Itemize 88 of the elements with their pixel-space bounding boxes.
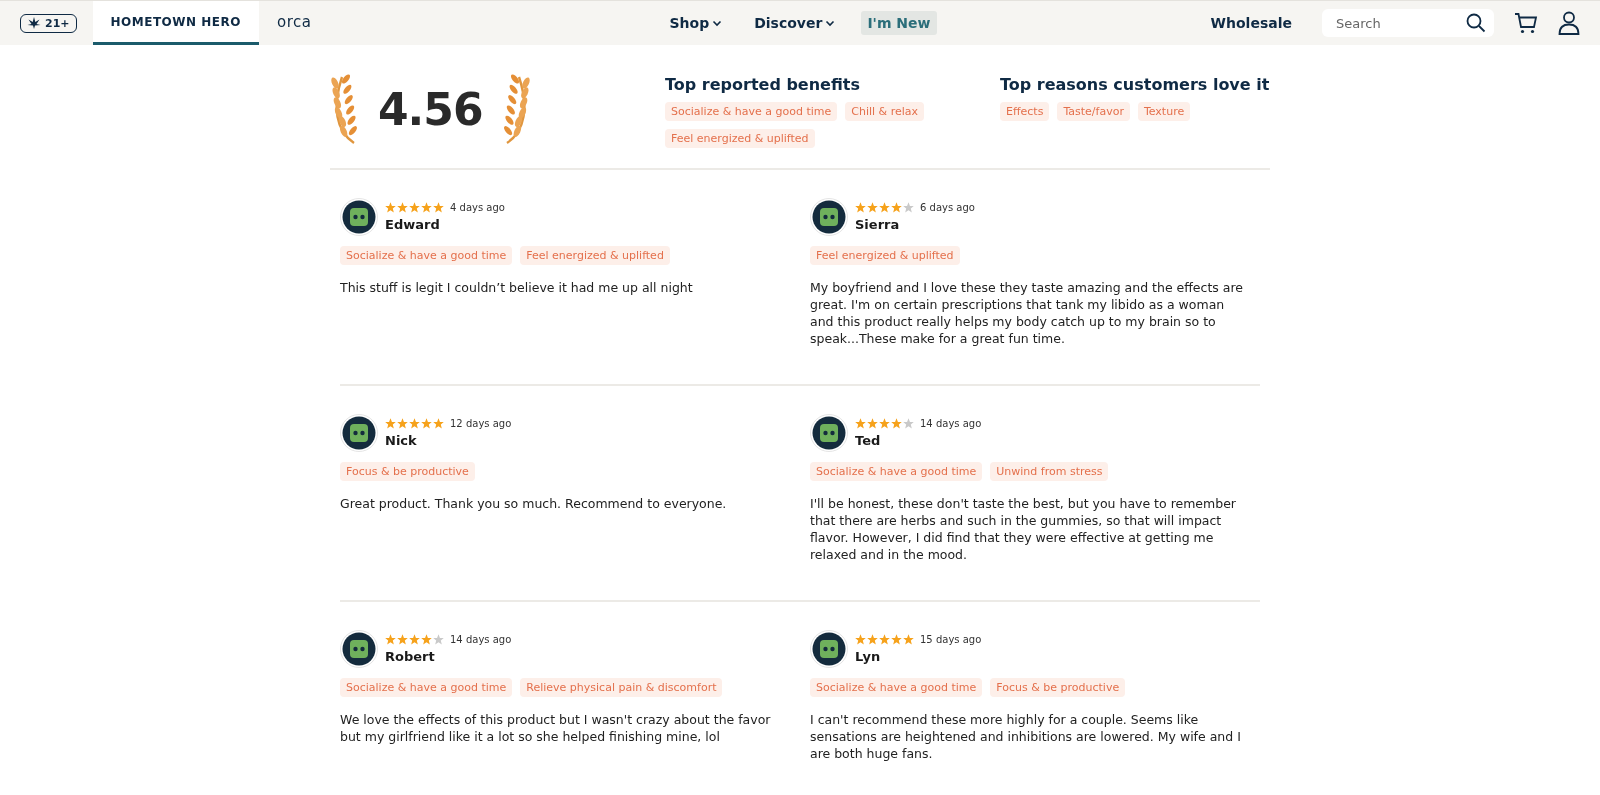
avatar-icon (340, 198, 378, 236)
review-tag: Socialize & have a good time (810, 678, 983, 697)
star-icon (433, 418, 444, 429)
star-icon (879, 418, 890, 429)
star-icon (867, 634, 878, 645)
review-time: 15 days ago (920, 634, 982, 645)
reviewer-name: Nick (385, 433, 418, 448)
avatar-icon (810, 198, 848, 236)
review-time: 12 days ago (450, 418, 512, 429)
review-time: 4 days ago (450, 202, 505, 213)
star-icon (421, 418, 432, 429)
star-icon (867, 202, 878, 213)
nav-menu-item[interactable]: I'm New (861, 11, 937, 35)
leaf-icon (27, 17, 41, 29)
review-tag: Socialize & have a good time (810, 462, 983, 481)
star-icon (879, 634, 890, 645)
review-text: We love the effects of this product but I wasn't crazy about the favor but my girlfriend like it a lot so she helped finishing mine, lol (340, 711, 772, 745)
avatar-icon (340, 630, 378, 668)
reviewer-name: Sierra (855, 217, 901, 232)
benefit-tag: Feel energized & uplifted (665, 129, 815, 148)
star-icon (433, 202, 444, 213)
star-icon (903, 202, 914, 213)
wholesale-link[interactable]: Wholesale (1210, 15, 1292, 31)
review-tag: Unwind from stress (990, 462, 1109, 481)
cart-icon[interactable] (1514, 12, 1538, 34)
review-tag: Focus & be productive (340, 462, 475, 481)
review-text: Great product. Thank you so much. Recommend to everyone. (340, 495, 728, 512)
review-time: 14 days ago (450, 634, 512, 645)
star-icon (397, 634, 408, 645)
review-time: 14 days ago (920, 418, 982, 429)
review-text: I'll be honest, these don't taste the best, but you have to remember that there are herbs and such in the gummies, so that will impact flavor. However, I did find that they were effective at getting me relaxed and in the mood. (810, 495, 1237, 563)
star-icon (903, 634, 914, 645)
review-tag: Socialize & have a good time (340, 678, 513, 697)
star-icon (409, 634, 420, 645)
reviewer-name: Edward (385, 217, 441, 232)
reason-tag: Taste/favor (1057, 102, 1130, 121)
search-field[interactable]: Search (1322, 9, 1494, 37)
star-icon (409, 418, 420, 429)
review-time: 6 days ago (920, 202, 975, 213)
avatar-icon (810, 414, 848, 452)
review-tag: Socialize & have a good time (340, 246, 513, 265)
review-tag: Focus & be productive (990, 678, 1126, 697)
review-tag: Feel energized & uplifted (520, 246, 670, 265)
review-tag: Feel energized & uplifted (810, 246, 960, 265)
reviewer-name: Ted (855, 433, 882, 448)
benefit-tag: Chill & relax (845, 102, 925, 121)
reviewer-name: Robert (385, 649, 436, 664)
age-badge[interactable]: 21+ (20, 13, 77, 33)
nav-menu-item[interactable]: Shop (663, 11, 729, 35)
star-icon (385, 202, 396, 213)
star-icon (433, 634, 444, 645)
star-icon (421, 634, 432, 645)
brand-tab[interactable]: orca (258, 1, 330, 45)
reviewer-name: Lyn (855, 649, 882, 664)
nav-menu-item[interactable]: Discover (748, 11, 842, 35)
user-icon[interactable] (1558, 11, 1580, 35)
star-icon (891, 634, 902, 645)
star-icon (855, 418, 866, 429)
chevron-down-icon (712, 18, 723, 28)
review-text: My boyfriend and I love these they taste amazing and the effects are great. I'm on certain prescriptions that tank my libido as a woman and this product really helps my body catch up to my brain so to speak...These make for a great fun time. (810, 279, 1245, 347)
star-icon (397, 418, 408, 429)
star-icon (891, 202, 902, 213)
reasons-title: Top reasons customers love it (1000, 75, 1270, 94)
average-rating: 4.56 (378, 83, 483, 135)
reason-tag: Texture (1137, 102, 1191, 121)
review-text: This stuff is legit I couldn’t believe it had me up all night (340, 279, 694, 296)
star-icon (903, 418, 914, 429)
star-icon (855, 202, 866, 213)
star-icon (891, 418, 902, 429)
star-icon (397, 202, 408, 213)
review-text: I can't recommend these more highly for a couple. Seems like sensations are heightened and inhibitions are lowered. My wife and I are both huge fans. (810, 711, 1242, 762)
star-icon (867, 418, 878, 429)
star-icon (409, 202, 420, 213)
avatar-icon (810, 630, 848, 668)
star-icon (421, 202, 432, 213)
star-icon (385, 418, 396, 429)
review-tag: Relieve physical pain & discomfort (520, 678, 723, 697)
reason-tag: Effects (1000, 102, 1050, 121)
star-icon (855, 634, 866, 645)
search-icon[interactable] (1466, 13, 1486, 33)
star-icon (879, 202, 890, 213)
benefits-title: Top reported benefits (665, 75, 861, 94)
avatar-icon (340, 414, 378, 452)
benefit-tag: Socialize & have a good time (665, 102, 838, 121)
brand-tab[interactable]: HOMETOWN HERO (92, 1, 259, 45)
chevron-down-icon (825, 18, 836, 28)
star-icon (385, 634, 396, 645)
age-label: 21+ (45, 16, 70, 30)
